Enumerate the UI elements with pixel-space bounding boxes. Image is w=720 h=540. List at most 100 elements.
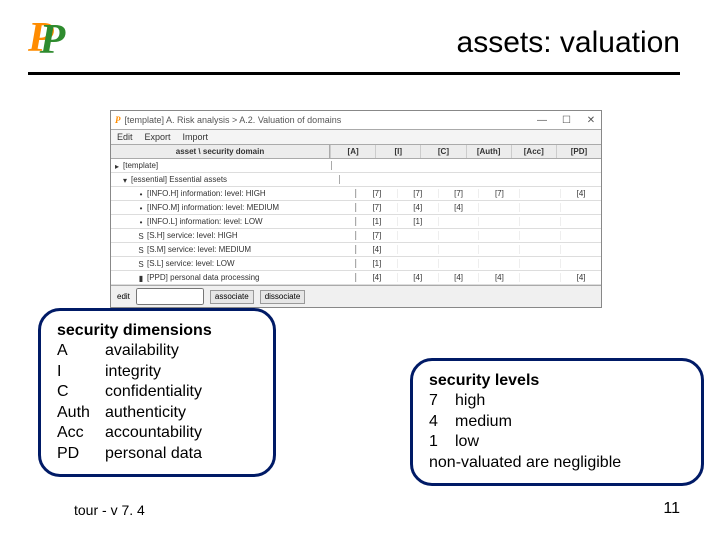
- cell: [4]: [356, 273, 397, 282]
- row-label: [INFO.M] information: level: MEDIUM: [147, 203, 279, 212]
- edit-label: edit: [117, 292, 130, 301]
- table-row[interactable]: •[INFO.H] information: level: HIGH[7][7]…: [111, 187, 601, 201]
- dim-key: Acc: [57, 423, 101, 443]
- table-row[interactable]: S[S.H] service: level: HIGH[7]: [111, 229, 601, 243]
- col-auth: [Auth]: [466, 145, 511, 158]
- dimensions-box: security dimensions AavailabilityIintegr…: [38, 308, 276, 477]
- column-header-row: asset \ security domain [A] [I] [C] [Aut…: [111, 145, 601, 159]
- cell: [4]: [438, 273, 479, 282]
- cell: [4]: [438, 203, 479, 212]
- cell: [4]: [397, 203, 438, 212]
- minimize-icon[interactable]: —: [536, 115, 548, 126]
- dim-key: A: [57, 341, 101, 361]
- dim-val: integrity: [105, 362, 257, 382]
- level-val: medium: [455, 412, 685, 432]
- associate-button[interactable]: associate: [210, 290, 254, 304]
- menu-export[interactable]: Export: [145, 132, 171, 142]
- cell: [4]: [397, 273, 438, 282]
- dissociate-button[interactable]: dissociate: [260, 290, 306, 304]
- cell: [560, 245, 601, 254]
- cell: [397, 245, 438, 254]
- cell: [438, 245, 479, 254]
- cell: [438, 259, 479, 268]
- cell: [397, 259, 438, 268]
- app-icon: P: [115, 115, 121, 125]
- folder-icon: ▸: [113, 162, 121, 170]
- cell: [560, 203, 601, 212]
- close-icon[interactable]: ✕: [585, 115, 597, 126]
- maximize-icon[interactable]: ☐: [560, 115, 572, 126]
- title-rule: [28, 72, 680, 75]
- cell: [4]: [560, 189, 601, 198]
- level-val: low: [455, 432, 685, 452]
- tree-header: asset \ security domain: [111, 145, 330, 158]
- row-label: [PPD] personal data processing: [147, 273, 260, 282]
- cell: [478, 231, 519, 240]
- cell: [4]: [478, 273, 519, 282]
- row-label: [S.M] service: level: MEDIUM: [147, 245, 251, 254]
- row-label: [S.H] service: level: HIGH: [147, 231, 238, 240]
- logo: PP: [28, 14, 79, 62]
- col-i: [I]: [375, 145, 420, 158]
- dim-val: availability: [105, 341, 257, 361]
- cell: [519, 245, 560, 254]
- cell: [519, 231, 560, 240]
- cell: [397, 231, 438, 240]
- table-row[interactable]: •[INFO.M] information: level: MEDIUM[7][…: [111, 201, 601, 215]
- cell: [478, 217, 519, 226]
- S-icon: S: [137, 246, 145, 254]
- col-a: [A]: [330, 145, 375, 158]
- table-row[interactable]: ▾[essential] Essential assets: [111, 173, 601, 187]
- table-row[interactable]: ▮[PPD] personal data processing[4][4][4]…: [111, 271, 601, 285]
- asset-rows: ▸[template]▾[essential] Essential assets…: [111, 159, 601, 285]
- dim-val: confidentiality: [105, 382, 257, 402]
- branch-icon: ▾: [121, 176, 129, 184]
- S-icon: S: [137, 260, 145, 268]
- table-row[interactable]: ▸[template]: [111, 159, 601, 173]
- cell: [560, 259, 601, 268]
- cell: [519, 189, 560, 198]
- row-label: [INFO.L] information: level: LOW: [147, 217, 263, 226]
- table-row[interactable]: S[S.L] service: level: LOW [1]: [111, 257, 601, 271]
- dim-val: authenticity: [105, 403, 257, 423]
- cell: [560, 217, 601, 226]
- titlebar: P [template] A. Risk analysis > A.2. Val…: [111, 111, 601, 130]
- level-key: 4: [429, 412, 451, 432]
- levels-box: security levels 7high4medium1low non-val…: [410, 358, 704, 486]
- value-input[interactable]: [136, 288, 204, 305]
- levels-heading: security levels: [429, 372, 539, 389]
- footer-left: tour - v 7. 4: [74, 502, 145, 518]
- level-val: high: [455, 391, 685, 411]
- cell: [519, 259, 560, 268]
- cell: [438, 217, 479, 226]
- window-title: [template] A. Risk analysis > A.2. Valua…: [125, 115, 526, 125]
- dim-val: accountability: [105, 423, 257, 443]
- cell: [1]: [356, 259, 397, 268]
- menu-edit[interactable]: Edit: [117, 132, 133, 142]
- cell: [478, 203, 519, 212]
- cell: [478, 245, 519, 254]
- menubar: Edit Export Import: [111, 130, 601, 145]
- dim-key: I: [57, 362, 101, 382]
- table-row[interactable]: S[S.M] service: level: MEDIUM[4]: [111, 243, 601, 257]
- page-number: 11: [663, 500, 680, 518]
- cell: [7]: [356, 189, 397, 198]
- row-label: [S.L] service: level: LOW: [147, 259, 235, 268]
- leaf-icon: •: [137, 190, 145, 198]
- cell: [519, 273, 560, 282]
- cell: [7]: [438, 189, 479, 198]
- cell: [438, 231, 479, 240]
- table-row[interactable]: •[INFO.L] information: level: LOW[1][1]: [111, 215, 601, 229]
- level-key: 7: [429, 391, 451, 411]
- menu-import[interactable]: Import: [183, 132, 209, 142]
- leaf-icon: •: [137, 218, 145, 226]
- slide-title: assets: valuation: [457, 26, 680, 60]
- row-label: [essential] Essential assets: [131, 175, 227, 184]
- cell: [4]: [560, 273, 601, 282]
- cell: [560, 231, 601, 240]
- dimensions-heading: security dimensions: [57, 322, 212, 339]
- dim-key: C: [57, 382, 101, 402]
- bar-icon: ▮: [137, 274, 145, 282]
- cell: [1]: [356, 217, 397, 226]
- dim-key: Auth: [57, 403, 101, 423]
